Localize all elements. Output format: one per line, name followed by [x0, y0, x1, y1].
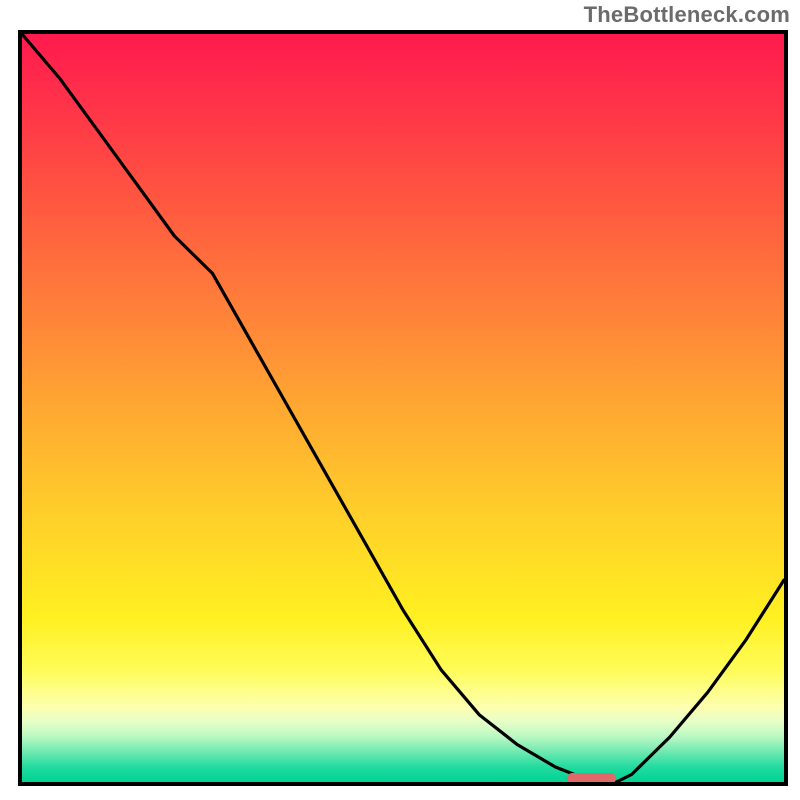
chart-container: TheBottleneck.com: [0, 0, 800, 800]
bottleneck-curve: [22, 34, 784, 782]
watermark-label: TheBottleneck.com: [584, 2, 790, 28]
minimum-marker: [567, 773, 617, 784]
plot-area: [18, 30, 788, 786]
curve-svg: [22, 34, 784, 782]
